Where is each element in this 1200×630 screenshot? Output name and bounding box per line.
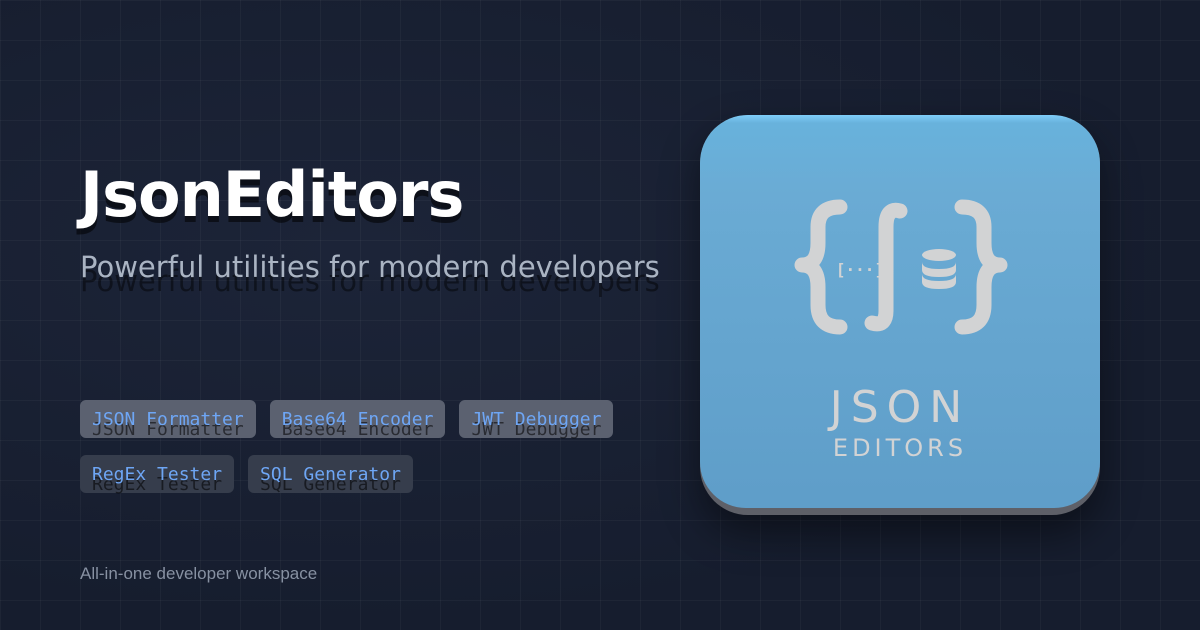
tool-chip-sql-generator[interactable]: SQL Generator — [248, 455, 413, 493]
logo-glyph: [···] JSON EDITORS — [794, 199, 1008, 462]
database-icon — [922, 249, 956, 289]
tool-chip-regex-tester[interactable]: RegEx Tester — [80, 455, 235, 493]
tool-chip-row: RegEx Tester SQL Generator — [80, 455, 680, 493]
tool-chip-json-formatter[interactable]: JSON Formatter — [80, 400, 256, 438]
logo-ellipsis-text: [···] — [836, 260, 884, 279]
tool-chip-list: JSON Formatter Base64 Encoder JWT Debugg… — [80, 400, 680, 510]
right-brace-icon — [954, 199, 1008, 335]
tool-chip-row: JSON Formatter Base64 Encoder JWT Debugg… — [80, 400, 680, 438]
tool-chip-base64-encoder[interactable]: Base64 Encoder — [269, 400, 446, 438]
tagline: Powerful utilities for modern developers — [80, 250, 660, 284]
workspace-tagline: All-in-one developer workspace — [80, 564, 318, 583]
tool-chip-jwt-debugger[interactable]: JWT Debugger — [459, 400, 614, 438]
logo-line1-text: JSON — [827, 382, 970, 433]
left-brace-icon — [794, 199, 848, 335]
logo-line2-text: EDITORS — [833, 434, 967, 462]
json-editors-logo-icon: [···] JSON EDITORS — [700, 115, 1100, 515]
brand-title: JsonEditors — [80, 158, 464, 231]
